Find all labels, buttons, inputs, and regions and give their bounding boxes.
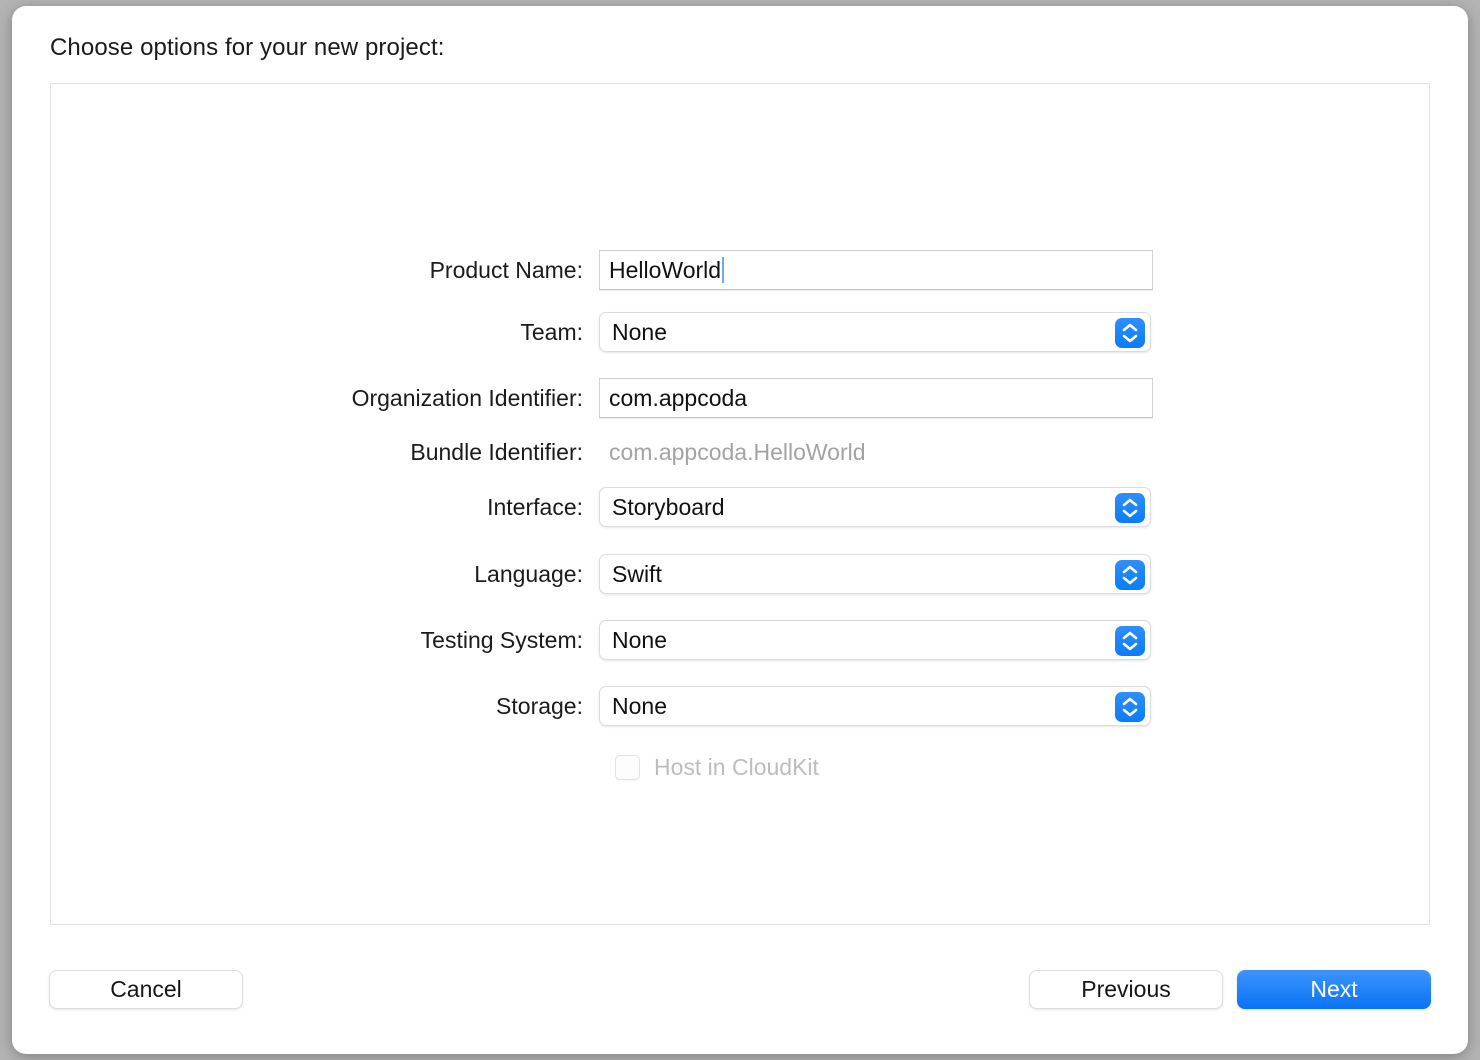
language-value: Swift bbox=[612, 560, 662, 587]
chevron-up-down-icon[interactable] bbox=[1115, 692, 1145, 722]
control-interface: Storyboard bbox=[599, 487, 1153, 527]
team-select[interactable]: None bbox=[599, 312, 1151, 352]
product-name-input[interactable]: HelloWorld bbox=[599, 250, 1153, 290]
text-caret bbox=[722, 257, 725, 283]
next-button[interactable]: Next bbox=[1237, 970, 1431, 1009]
control-language: Swift bbox=[599, 554, 1153, 594]
label-testing-system: Testing System: bbox=[420, 626, 583, 653]
label-team: Team: bbox=[520, 318, 583, 345]
options-panel: Product Name: HelloWorld Team: None Orga… bbox=[50, 83, 1430, 925]
control-team: None bbox=[599, 312, 1153, 352]
label-storage: Storage: bbox=[496, 692, 583, 719]
page-title: Choose options for your new project: bbox=[50, 34, 445, 61]
label-language: Language: bbox=[474, 560, 583, 587]
label-organization-identifier: Organization Identifier: bbox=[351, 384, 583, 411]
previous-button[interactable]: Previous bbox=[1029, 970, 1223, 1009]
form-row-product-name: Product Name: HelloWorld bbox=[51, 250, 1429, 290]
host-in-cloudkit-label: Host in CloudKit bbox=[654, 753, 819, 780]
team-value: None bbox=[612, 318, 667, 345]
organization-identifier-value: com.appcoda bbox=[609, 384, 748, 411]
host-in-cloudkit-row: Host in CloudKit bbox=[615, 751, 819, 783]
testing-system-select[interactable]: None bbox=[599, 620, 1151, 660]
chevron-up-down-icon[interactable] bbox=[1115, 626, 1145, 656]
language-select[interactable]: Swift bbox=[599, 554, 1151, 594]
form-row-interface: Interface: Storyboard bbox=[51, 487, 1429, 527]
chevron-up-down-icon[interactable] bbox=[1115, 318, 1145, 348]
storage-value: None bbox=[612, 692, 667, 719]
form-row-team: Team: None bbox=[51, 312, 1429, 352]
product-name-value: HelloWorld bbox=[609, 256, 722, 283]
label-bundle-identifier: Bundle Identifier: bbox=[410, 438, 583, 465]
form-row-storage: Storage: None bbox=[51, 686, 1429, 726]
new-project-options-dialog: Choose options for your new project: Pro… bbox=[12, 6, 1468, 1054]
label-product-name: Product Name: bbox=[429, 256, 583, 283]
storage-select[interactable]: None bbox=[599, 686, 1151, 726]
control-bundle-identifier: com.appcoda.HelloWorld bbox=[599, 432, 1153, 472]
organization-identifier-input[interactable]: com.appcoda bbox=[599, 378, 1153, 418]
bundle-identifier-value: com.appcoda.HelloWorld bbox=[609, 438, 866, 465]
control-organization-identifier: com.appcoda bbox=[599, 378, 1153, 418]
testing-system-value: None bbox=[612, 626, 667, 653]
host-in-cloudkit-checkbox[interactable] bbox=[615, 754, 640, 780]
interface-value: Storyboard bbox=[612, 493, 725, 520]
control-testing-system: None bbox=[599, 620, 1153, 660]
form-row-organization-identifier: Organization Identifier: com.appcoda bbox=[51, 378, 1429, 418]
interface-select[interactable]: Storyboard bbox=[599, 487, 1151, 527]
chevron-up-down-icon[interactable] bbox=[1115, 493, 1145, 523]
chevron-up-down-icon[interactable] bbox=[1115, 560, 1145, 590]
cancel-button[interactable]: Cancel bbox=[49, 970, 243, 1009]
control-storage: None bbox=[599, 686, 1153, 726]
control-product-name: HelloWorld bbox=[599, 250, 1153, 290]
form-row-testing-system: Testing System: None bbox=[51, 620, 1429, 660]
label-interface: Interface: bbox=[487, 493, 583, 520]
form-row-bundle-identifier: Bundle Identifier: com.appcoda.HelloWorl… bbox=[51, 432, 1429, 472]
form-row-language: Language: Swift bbox=[51, 554, 1429, 594]
